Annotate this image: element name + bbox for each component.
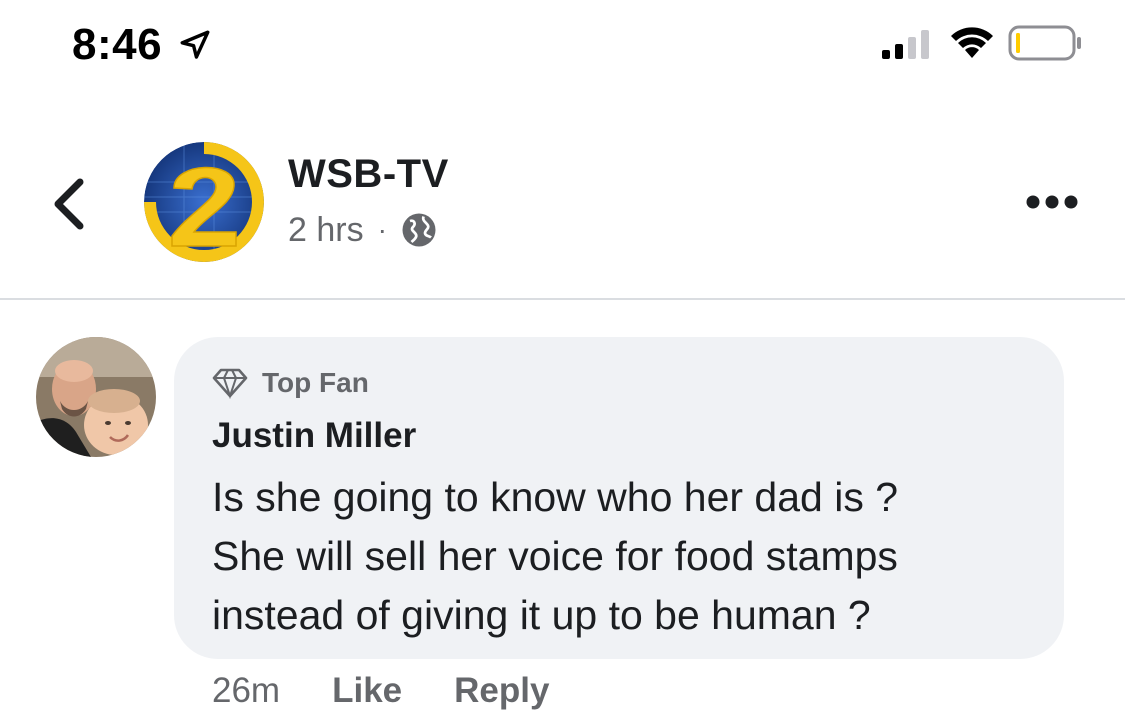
- post-time[interactable]: 2 hrs: [288, 211, 364, 250]
- comment-author[interactable]: Justin Miller: [212, 416, 416, 456]
- top-fan-label: Top Fan: [262, 367, 369, 398]
- comment-line: She will sell her voice for food stamps: [212, 533, 898, 579]
- commenter-avatar[interactable]: [36, 337, 156, 457]
- channel-2-logo-icon: [144, 142, 264, 262]
- comment-line: instead of giving it up to be human ?: [212, 592, 871, 638]
- status-bar: 8:46: [0, 0, 1125, 90]
- cellular-signal-icon: [882, 30, 929, 59]
- post-meta: 2 hrs ·: [288, 208, 437, 252]
- diamond-icon: [212, 368, 248, 399]
- meta-separator: ·: [377, 214, 387, 245]
- page-name[interactable]: WSB-TV: [288, 152, 449, 197]
- status-time: 8:46: [72, 20, 163, 69]
- more-options-button[interactable]: [1024, 190, 1080, 214]
- wifi-icon: [951, 27, 993, 58]
- top-fan-badge: Top Fan: [212, 364, 369, 402]
- profile-photo-icon: [36, 337, 156, 457]
- comment-actions: 26m Like Reply: [212, 668, 601, 714]
- page-avatar[interactable]: [144, 142, 264, 262]
- back-button[interactable]: [46, 176, 92, 232]
- comment-timestamp[interactable]: 26m: [212, 671, 280, 711]
- comment-line: Is she going to know who her dad is ?: [212, 474, 899, 520]
- location-arrow-icon: [180, 30, 210, 59]
- globe-icon: [402, 213, 436, 247]
- comment-text: Is she going to know who her dad is ? Sh…: [212, 468, 1052, 645]
- reply-button[interactable]: Reply: [454, 671, 549, 711]
- header-divider: [0, 298, 1125, 300]
- battery-icon: [1008, 25, 1081, 61]
- like-button[interactable]: Like: [332, 671, 402, 711]
